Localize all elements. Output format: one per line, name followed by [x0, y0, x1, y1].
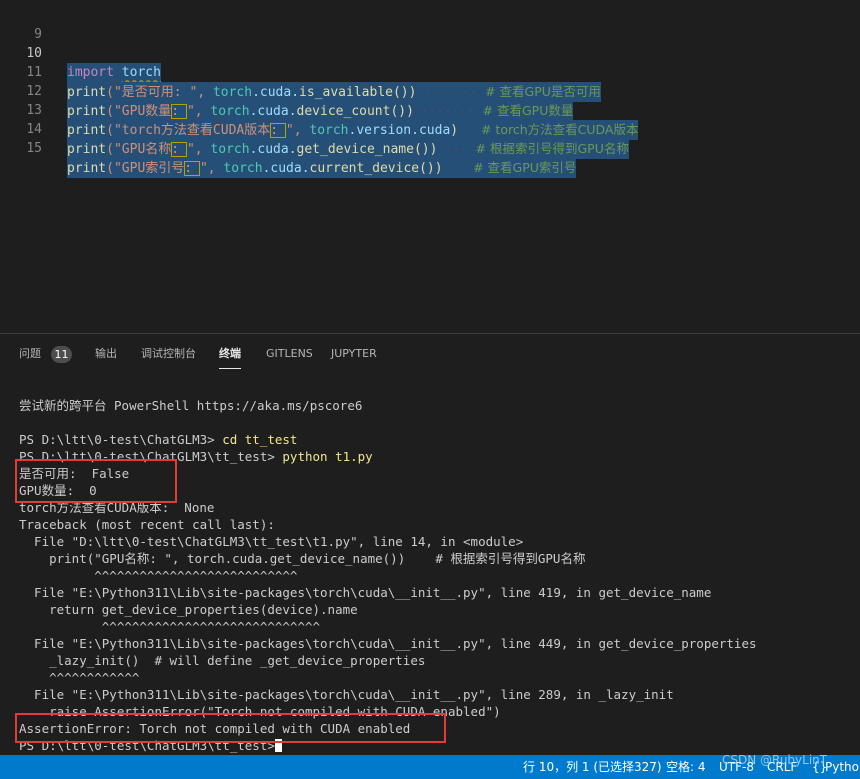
terminal-line: _lazy_init() # will define _get_device_p… [19, 653, 426, 668]
terminal-line: File "E:\Python311\Lib\site-packages\tor… [19, 585, 712, 600]
indentation-status[interactable]: 空格: 4 [666, 759, 706, 775]
code-line-12: 12 print("GPU数量: ", torch.cuda.device_co… [0, 63, 860, 121]
terminal-line: 尝试新的跨平台 PowerShell https://aka.ms/pscore… [19, 398, 363, 413]
tab-problems[interactable]: 问题 [19, 346, 41, 368]
watermark: CSDN @RubyLinT [722, 753, 828, 767]
code-line-14: 14 print("GPU名称: ", torch.cuda.get_devic… [0, 101, 860, 159]
tab-gitlens[interactable]: GITLENS [266, 346, 313, 368]
cursor-position-status[interactable]: 行 10，列 1 (已选择327) [523, 759, 662, 775]
code-line-11: 11 print("是否可用: ", torch.cuda.is_availab… [0, 44, 860, 102]
tab-output[interactable]: 输出 [95, 346, 117, 368]
tab-jupyter[interactable]: JUPYTER [331, 346, 377, 368]
terminal-line: File "D:\ltt\0-test\ChatGLM3\tt_test\t1.… [19, 534, 524, 549]
terminal-line: ^^^^^^^^^^^^^^^^^^^^^^^^^^^^^ [19, 619, 321, 634]
status-bar: 行 10，列 1 (已选择327) 空格: 4 UTF-8 CRLF {} Py… [0, 753, 860, 779]
code-line-9: 9 [0, 6, 860, 42]
code-line-13: 13 print("torch方法查看CUDA版本: ", torch.vers… [0, 82, 860, 140]
code-line-10: 10 import torch [0, 25, 860, 82]
code-editor[interactable]: 9 10 import torch 11 print("是否可用: ", tor… [0, 0, 860, 330]
line-number: 15 [26, 141, 42, 156]
bottom-panel: 问题 11 输出 调试控制台 终端 GITLENS JUPYTER 尝试新的跨平… [0, 333, 860, 756]
terminal-line: return get_device_properties(device).nam… [19, 602, 358, 617]
language-status[interactable]: Python [825, 759, 860, 775]
annotation-box-availability [15, 459, 177, 503]
code-line-15: 15 print("GPU索引号: ", torch.cuda.current_… [0, 120, 860, 178]
tab-terminal[interactable]: 终端 [219, 346, 241, 369]
terminal-line: print("GPU名称: ", torch.cuda.get_device_n… [19, 551, 586, 566]
terminal-line: ^^^^^^^^^^^^^^^^^^^^^^^^^^^ [19, 568, 298, 583]
terminal-line: PS D:\ltt\0-test\ChatGLM3> cd tt_test [19, 432, 298, 447]
terminal-line: Traceback (most recent call last): [19, 517, 275, 532]
terminal-line: ^^^^^^^^^^^^ [19, 670, 140, 685]
terminal-line: File "E:\Python311\Lib\site-packages\tor… [19, 687, 674, 702]
annotation-box-assertion-error [15, 713, 446, 743]
problems-count-badge: 11 [51, 346, 72, 363]
terminal-line: File "E:\Python311\Lib\site-packages\tor… [19, 636, 757, 651]
tab-debug-console[interactable]: 调试控制台 [141, 346, 196, 368]
panel-tabs: 问题 11 输出 调试控制台 终端 GITLENS JUPYTER [0, 334, 860, 376]
